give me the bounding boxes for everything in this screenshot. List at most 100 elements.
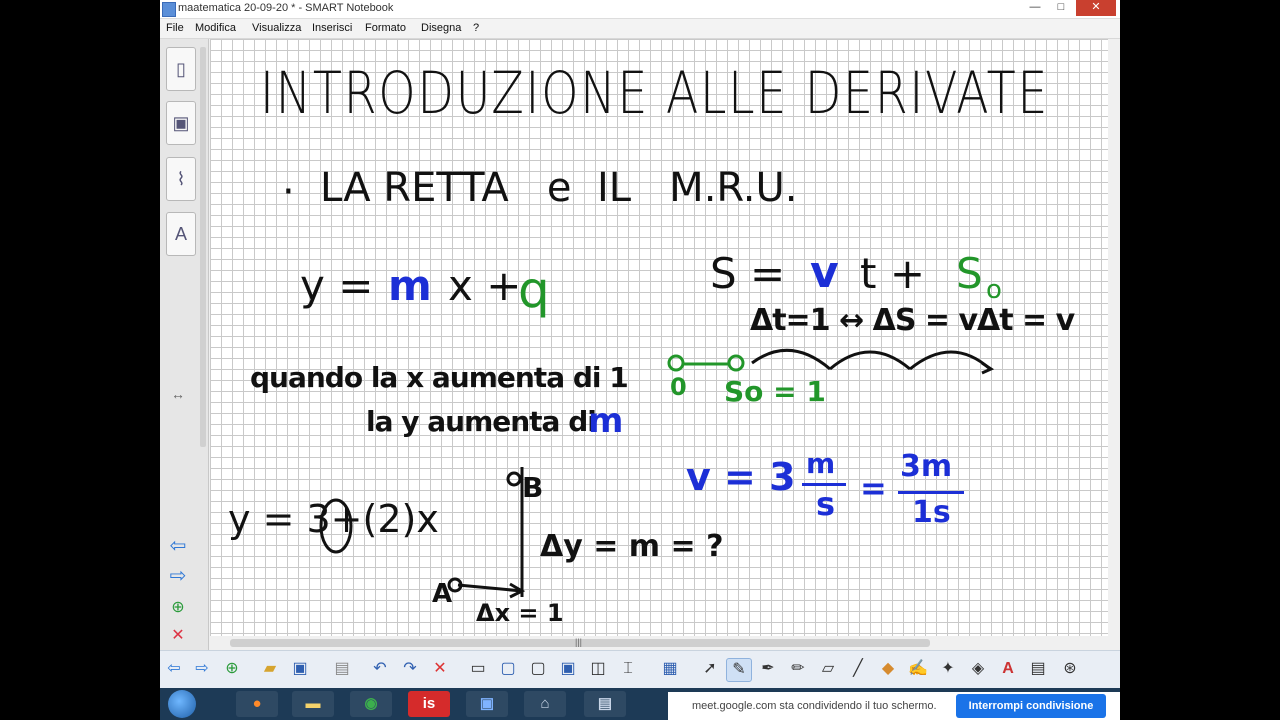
open-file-icon[interactable]: ▰ xyxy=(258,658,282,680)
screen-share-bar: meet.google.com sta condividendo il tuo … xyxy=(668,692,1120,720)
velocity-fraction-num: 3m xyxy=(900,449,953,484)
more-tools-icon[interactable]: ⊛ xyxy=(1058,658,1082,680)
whiteboard-canvas[interactable]: INTRODUZIONE ALLE DERIVATE · LA RETTA e … xyxy=(210,39,1108,636)
menu-file[interactable]: File xyxy=(166,22,184,34)
close-button[interactable]: ✕ xyxy=(1076,0,1116,16)
origin-point xyxy=(667,354,685,372)
screen-shade-icon[interactable]: ▭ xyxy=(466,658,490,680)
label-delta-x: Δx = 1 xyxy=(476,599,564,627)
side-panel: ▯ ▣ ⌇ A ↔ ⇦ ⇨ ⊕ ✕ xyxy=(160,39,209,650)
motion-eq-v: v xyxy=(810,247,839,298)
shape-pen-icon[interactable]: ✍ xyxy=(906,658,930,680)
magic-pen-icon[interactable]: ✦ xyxy=(936,658,960,680)
delete-page-icon[interactable]: ✕ xyxy=(164,625,192,647)
menu-bar: File Modifica Visualizza Inserisci Forma… xyxy=(160,19,1120,39)
table-icon[interactable]: ▦ xyxy=(658,658,682,680)
fill-icon[interactable]: ◈ xyxy=(966,658,990,680)
velocity-unit-den: s xyxy=(816,485,836,523)
line-eq-q: q xyxy=(518,261,550,319)
firefox-task-icon[interactable]: ● xyxy=(236,691,278,717)
vertical-scrollbar[interactable] xyxy=(1108,39,1120,636)
bottom-toolbar: ⇦ ⇨ ⊕ ▰ ▣ ▤ ↶ ↷ ✕ ▭ ▢ ▢ ▣ ◫ ⌶ ▦ ➚ ✎ ✒ ✏ … xyxy=(160,650,1120,689)
start-point xyxy=(727,354,745,372)
next-page-icon[interactable]: ⇨ xyxy=(164,565,192,587)
toolbar-back-icon[interactable]: ⇦ xyxy=(162,658,186,680)
properties-toolbar-icon[interactable]: ▤ xyxy=(1026,658,1050,680)
gallery-icon[interactable]: ▣ xyxy=(166,101,196,145)
jump-arc-1 xyxy=(751,349,831,371)
line-eq-x: x + xyxy=(448,261,522,310)
motion-eq-s0: S xyxy=(956,249,983,298)
circle-around-2 xyxy=(319,498,353,554)
menu-formato[interactable]: Formato xyxy=(365,22,406,34)
window-title: maatematica 20-09-20 * - SMART Notebook xyxy=(178,2,394,14)
horizontal-scrollbar[interactable]: ||| xyxy=(210,636,1108,650)
is-app-task-icon[interactable]: is xyxy=(408,691,450,717)
attachments-icon[interactable]: ⌇ xyxy=(166,157,196,201)
side-scrollbar[interactable] xyxy=(200,47,206,447)
chrome-task-icon[interactable]: ◉ xyxy=(350,691,392,717)
properties-icon[interactable]: A xyxy=(166,212,196,256)
transparent-bg-icon[interactable]: ▢ xyxy=(526,658,550,680)
creative-pen-icon[interactable]: ✒ xyxy=(756,658,780,680)
menu-inserisci[interactable]: Inserisci xyxy=(312,22,352,34)
sentence-y-increase: la y aumenta di xyxy=(366,405,597,438)
label-a: A xyxy=(432,579,453,609)
minimize-button[interactable]: — xyxy=(1022,0,1048,16)
line-icon[interactable]: ╱ xyxy=(846,658,870,680)
share-message: meet.google.com sta condividendo il tuo … xyxy=(692,700,937,712)
select-pointer-icon[interactable]: ➚ xyxy=(698,658,722,680)
add-page-icon[interactable]: ⊕ xyxy=(164,597,192,619)
resize-handle-icon[interactable]: ↔ xyxy=(164,383,192,405)
text-icon[interactable]: A xyxy=(996,658,1020,680)
app-icon xyxy=(162,2,176,17)
delete-icon[interactable]: ✕ xyxy=(428,658,452,680)
document-camera-icon[interactable]: ⌶ xyxy=(616,658,640,680)
smart-notebook-task-icon[interactable]: ▣ xyxy=(466,691,508,717)
menu-visualizza[interactable]: Visualizza xyxy=(252,22,301,34)
motion-trajectory xyxy=(667,349,995,375)
maximize-button[interactable]: □ xyxy=(1048,0,1074,16)
sentence-x-increase: quando la x aumenta di 1 xyxy=(250,361,629,394)
board-title: INTRODUZIONE ALLE DERIVATE xyxy=(260,59,1050,127)
redo-icon[interactable]: ↷ xyxy=(398,658,422,680)
motion-eq-t: t + xyxy=(860,249,926,298)
menu-modifica[interactable]: Modifica xyxy=(195,22,236,34)
shapes-icon[interactable]: ◆ xyxy=(876,658,900,680)
undo-icon[interactable]: ↶ xyxy=(368,658,392,680)
highlighter-icon[interactable]: ✏ xyxy=(786,658,810,680)
eraser-icon[interactable]: ▱ xyxy=(816,658,840,680)
other-task-icon[interactable]: ▤ xyxy=(584,691,626,717)
line-eq-m: m xyxy=(388,261,432,310)
stop-sharing-button[interactable]: Interrompi condivisione xyxy=(956,694,1106,718)
velocity-value: v = 3 xyxy=(686,455,796,499)
save-icon[interactable]: ▣ xyxy=(288,658,312,680)
arc-arrowhead xyxy=(981,361,995,375)
capture-icon[interactable]: ◫ xyxy=(586,658,610,680)
label-delta-y: Δy = m = ? xyxy=(540,529,724,564)
pen-icon[interactable]: ✎ xyxy=(726,658,752,682)
start-button[interactable] xyxy=(168,690,196,718)
toolbar-forward-icon[interactable]: ⇨ xyxy=(190,658,214,680)
page-sorter-icon[interactable]: ▯ xyxy=(166,47,196,91)
toolbar-add-page-icon[interactable]: ⊕ xyxy=(220,658,244,680)
jump-arc-3 xyxy=(909,350,991,371)
label-b: B xyxy=(522,471,544,504)
home-task-icon[interactable]: ⌂ xyxy=(524,691,566,717)
display-icon[interactable]: ▣ xyxy=(556,658,580,680)
velocity-unit-num: m xyxy=(806,447,836,480)
menu-disegna[interactable]: Disegna xyxy=(421,22,461,34)
bullet-dot: · xyxy=(282,169,295,215)
smart-notebook-window: maatematica 20-09-20 * - SMART Notebook … xyxy=(160,0,1120,689)
previous-page-icon[interactable]: ⇦ xyxy=(164,535,192,557)
paste-icon[interactable]: ▤ xyxy=(330,658,354,680)
point-b xyxy=(506,471,522,487)
explorer-task-icon[interactable]: ▬ xyxy=(292,691,334,717)
velocity-fraction-bar xyxy=(898,491,964,494)
menu-help[interactable]: ? xyxy=(473,22,479,34)
so-equals-1-label: So = 1 xyxy=(724,375,826,408)
motion-eq-s0-sub: o xyxy=(986,275,1002,305)
full-screen-icon[interactable]: ▢ xyxy=(496,658,520,680)
line-eq-y: y = xyxy=(300,261,374,310)
title-bar: maatematica 20-09-20 * - SMART Notebook … xyxy=(160,0,1120,19)
